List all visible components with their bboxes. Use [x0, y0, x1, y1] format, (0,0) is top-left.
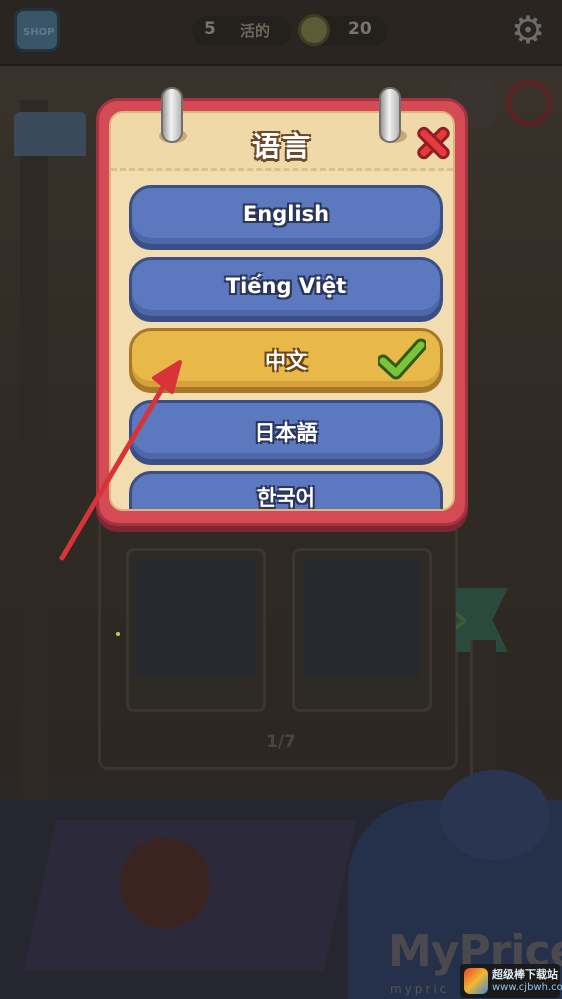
watermark-sub: mypric: [390, 982, 450, 996]
gear-icon[interactable]: ⚙: [508, 10, 548, 50]
binder-ring: [161, 87, 183, 143]
site-badge: 超级棒下载站 www.cjbwh.com: [460, 964, 562, 998]
site-logo-icon: [464, 968, 488, 994]
badge-url: www.cjbwh.com: [492, 982, 562, 993]
language-option-japanese[interactable]: 日本語: [129, 400, 443, 462]
language-label: English: [242, 202, 330, 226]
level-text: 活的: [240, 22, 271, 40]
language-dialog: 语言 English Tiếng Việt 中文 日本語 한국어: [96, 87, 468, 526]
language-label: 日本語: [254, 421, 318, 445]
ball: [120, 838, 210, 928]
cloud-decoration: [440, 770, 550, 860]
language-option-korean[interactable]: 한국어: [129, 471, 443, 510]
sparkle: [116, 632, 120, 636]
dialog-paper: 语言 English Tiếng Việt 中文 日本語 한국어: [109, 111, 455, 511]
language-option-chinese[interactable]: 中文: [129, 328, 443, 390]
level-number: 5: [204, 19, 216, 39]
photo-slot[interactable]: [126, 548, 266, 712]
shop-icon[interactable]: SHOP: [14, 8, 60, 52]
close-button[interactable]: [411, 121, 455, 165]
badge-title: 超级棒下载站: [492, 968, 558, 981]
language-option-english[interactable]: English: [129, 185, 443, 247]
photo-slot[interactable]: [292, 548, 432, 712]
top-hud: SHOP 5 活的 20 ⚙: [0, 0, 562, 66]
wall-column: [20, 100, 48, 800]
no-ads-icon[interactable]: [506, 80, 552, 126]
level-pill: 5 活的: [192, 16, 292, 46]
coin-icon: [298, 14, 330, 46]
lamp-shade: [14, 112, 86, 156]
checkmark-icon: [378, 338, 426, 380]
language-label: 한국어: [257, 486, 315, 510]
language-label: Tiếng Việt: [225, 274, 347, 298]
coin-count: 20: [348, 19, 372, 39]
language-option-vietnamese[interactable]: Tiếng Việt: [129, 257, 443, 319]
language-list[interactable]: English Tiếng Việt 中文 日本語 한국어: [129, 185, 443, 510]
binder-ring: [379, 87, 401, 143]
next-arrow-icon[interactable]: ›: [452, 594, 469, 644]
